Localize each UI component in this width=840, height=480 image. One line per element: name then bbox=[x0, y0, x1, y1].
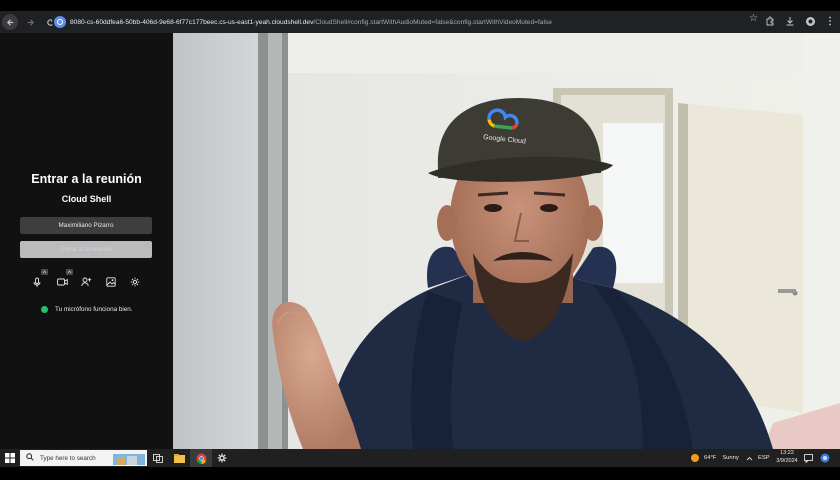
settings-button[interactable] bbox=[126, 273, 144, 291]
chevron-up-icon bbox=[746, 456, 753, 460]
windows-taskbar: Type here to search 64°F Sunny ESP 13:22… bbox=[0, 449, 840, 467]
clock-date: 3/9/2024 bbox=[776, 457, 798, 464]
profile-icon[interactable] bbox=[804, 14, 816, 28]
chat-bubble-icon bbox=[804, 453, 813, 463]
language-indicator[interactable]: ESP bbox=[758, 449, 770, 467]
media-controls bbox=[20, 269, 152, 293]
address-bar[interactable]: 8080-cs-60ddfea6-50bb-406d-9e68-6f77c177… bbox=[52, 13, 767, 31]
gear-icon bbox=[130, 277, 140, 287]
tray-overflow-button[interactable] bbox=[746, 449, 753, 467]
search-icon bbox=[26, 453, 34, 463]
weather-temp: 64°F bbox=[704, 455, 717, 461]
tray-app-button[interactable] bbox=[820, 449, 830, 467]
invite-people-button[interactable] bbox=[77, 273, 95, 291]
notifications-button[interactable] bbox=[804, 449, 813, 467]
camera-preview-image: Google Cloud bbox=[173, 33, 840, 449]
prejoin-title: Entrar a la reunión bbox=[31, 172, 142, 186]
weather-desc: Sunny bbox=[722, 455, 739, 461]
toolbar-icons bbox=[764, 14, 836, 28]
search-highlight-icon bbox=[113, 454, 145, 465]
language-label: ESP bbox=[758, 455, 770, 461]
microphone-button[interactable] bbox=[28, 273, 46, 291]
back-button[interactable] bbox=[2, 14, 18, 30]
forward-button[interactable] bbox=[22, 14, 38, 30]
download-icon[interactable] bbox=[784, 14, 796, 28]
chrome-icon bbox=[195, 452, 207, 464]
screen: 8080-cs-60ddfea6-50bb-406d-9e68-6f77c177… bbox=[0, 0, 840, 480]
clock-time: 13:22 bbox=[780, 450, 794, 456]
weather-widget[interactable]: 64°F Sunny bbox=[690, 449, 739, 467]
url-text: 8080-cs-60ddfea6-50bb-406d-9e68-6f77c177… bbox=[70, 19, 552, 26]
settings-app-icon[interactable] bbox=[216, 452, 228, 464]
display-name-input[interactable]: Maximiliano Pizarro bbox=[20, 217, 152, 234]
virtual-background-button[interactable] bbox=[102, 273, 120, 291]
browser-toolbar: 8080-cs-60ddfea6-50bb-406d-9e68-6f77c177… bbox=[0, 11, 840, 33]
image-icon bbox=[106, 277, 116, 287]
arrow-right-icon bbox=[27, 18, 34, 26]
bookmark-star-icon[interactable]: ☆ bbox=[749, 13, 758, 24]
microphone-icon bbox=[33, 277, 41, 287]
mic-status-text: Tu micrófono funciona bien. bbox=[55, 306, 133, 313]
bottom-black-strip bbox=[0, 467, 840, 480]
prejoin-panel: Entrar a la reunión Cloud Shell Maximili… bbox=[0, 33, 173, 449]
windows-start-icon[interactable] bbox=[5, 453, 15, 463]
camera-button[interactable] bbox=[53, 273, 71, 291]
url-host: 8080-cs-60ddfea6-50bb-406d-9e68-6f77c177… bbox=[70, 18, 314, 26]
site-info-icon[interactable] bbox=[54, 16, 66, 28]
task-view-icon[interactable] bbox=[152, 452, 164, 464]
menu-kebab-icon[interactable] bbox=[824, 14, 836, 28]
arrow-left-icon bbox=[6, 18, 13, 26]
search-placeholder: Type here to search bbox=[40, 454, 96, 462]
top-black-strip bbox=[0, 0, 840, 11]
camera-icon bbox=[56, 278, 68, 286]
app-tray-icon bbox=[820, 453, 830, 463]
mic-status: Tu micrófono funciona bien. bbox=[41, 306, 132, 313]
sun-icon bbox=[691, 454, 699, 462]
camera-preview: Google Cloud bbox=[173, 33, 840, 449]
extensions-icon[interactable] bbox=[764, 14, 776, 28]
taskbar-search[interactable]: Type here to search bbox=[20, 450, 147, 466]
join-meeting-button[interactable]: Entrar a la reunión bbox=[20, 241, 152, 258]
room-name: Cloud Shell bbox=[61, 194, 112, 204]
file-explorer-icon[interactable] bbox=[173, 452, 185, 464]
url-path: /CloudShell#config.startWithAudioMuted=f… bbox=[313, 18, 552, 26]
add-user-icon bbox=[80, 277, 91, 287]
taskbar-clock[interactable]: 13:22 3/9/2024 bbox=[772, 450, 802, 465]
status-dot bbox=[41, 306, 48, 313]
